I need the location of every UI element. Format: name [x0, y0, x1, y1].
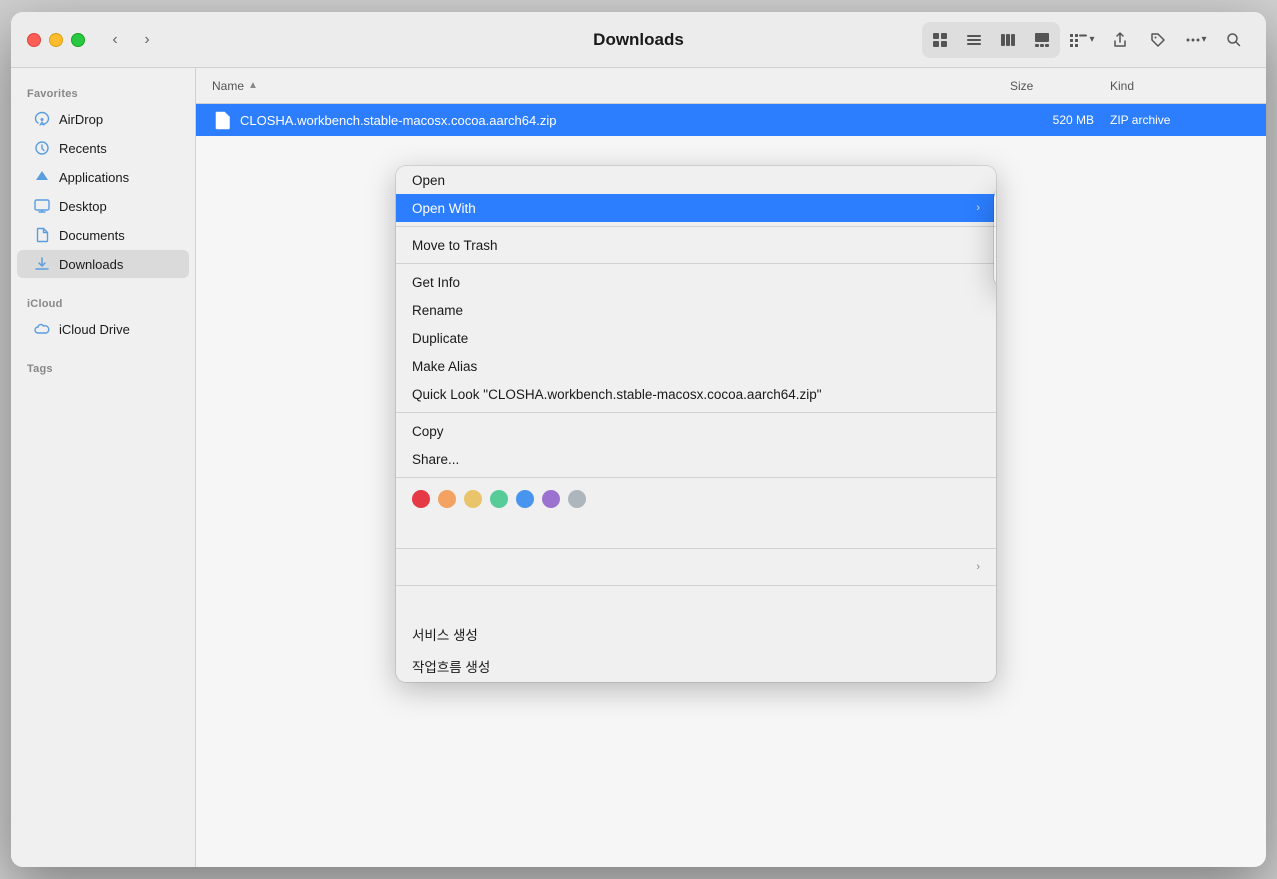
tag-orange[interactable] — [438, 490, 456, 508]
tag-gray[interactable] — [568, 490, 586, 508]
sidebar-item-desktop[interactable]: Desktop — [17, 192, 189, 220]
menu-item-tags[interactable] — [396, 516, 996, 544]
menu-item-rename[interactable]: Rename — [396, 296, 996, 324]
submenu-item-archive-utility[interactable]: Archive Utility (default) — [994, 188, 996, 222]
menu-item-make-alias[interactable]: Make Alias — [396, 352, 996, 380]
menu-separator — [396, 585, 996, 586]
search-button[interactable] — [1218, 24, 1250, 56]
menu-separator — [396, 477, 996, 478]
tag-green[interactable] — [490, 490, 508, 508]
desktop-icon — [33, 197, 51, 215]
titlebar: ‹ › Downloads — [11, 12, 1266, 68]
sidebar-item-downloads[interactable]: Downloads — [17, 250, 189, 278]
main-area: Name ▲ Size Kind — [196, 68, 1266, 867]
tag-red[interactable] — [412, 490, 430, 508]
sidebar-item-applications[interactable]: Applications — [17, 163, 189, 191]
sidebar-item-label: Documents — [59, 228, 125, 243]
gallery-view-button[interactable] — [1026, 24, 1058, 56]
tag-blue[interactable] — [516, 490, 534, 508]
menu-separator — [396, 226, 996, 227]
downloads-icon — [33, 255, 51, 273]
tags-color-row — [396, 482, 996, 516]
favorites-label: Favorites — [11, 80, 195, 104]
menu-item-get-info[interactable]: Get Info — [396, 268, 996, 296]
sidebar-item-label: Downloads — [59, 257, 123, 272]
view-buttons — [922, 22, 1060, 58]
recents-icon — [33, 139, 51, 157]
chevron-right-icon: › — [976, 202, 980, 214]
list-view-button[interactable] — [958, 24, 990, 56]
sidebar-item-documents[interactable]: Documents — [17, 221, 189, 249]
submenu-separator — [994, 226, 996, 227]
minimize-button[interactable] — [49, 33, 63, 47]
sidebar: Favorites AirDrop — [11, 68, 196, 867]
menu-separator — [396, 412, 996, 413]
menu-separator — [396, 263, 996, 264]
sidebar-item-label: Desktop — [59, 199, 107, 214]
nav-buttons: ‹ › — [101, 26, 161, 54]
airdrop-icon — [33, 110, 51, 128]
sidebar-item-icloud-drive[interactable]: iCloud Drive — [17, 315, 189, 343]
applications-icon — [33, 168, 51, 186]
tags-label: Tags — [11, 355, 195, 379]
finder-window: ‹ › Downloads — [11, 12, 1266, 867]
close-button[interactable] — [27, 33, 41, 47]
sidebar-item-label: Recents — [59, 141, 107, 156]
documents-icon — [33, 226, 51, 244]
traffic-lights — [27, 33, 85, 47]
open-with-submenu: Archive Utility (default) App Store... O… — [994, 188, 996, 287]
menu-item-open[interactable]: Open — [396, 166, 996, 194]
menu-separator — [396, 548, 996, 549]
menu-item-service3[interactable]: 작업흐름 생성 — [396, 650, 996, 682]
column-view-button[interactable] — [992, 24, 1024, 56]
icloud-label: iCloud — [11, 290, 195, 314]
tag-purple[interactable] — [542, 490, 560, 508]
menu-item-quick-look[interactable]: Quick Look "CLOSHA.workbench.stable-maco… — [396, 380, 996, 408]
sidebar-item-recents[interactable]: Recents — [17, 134, 189, 162]
group-button[interactable]: ▾ — [1066, 24, 1098, 56]
share-button[interactable] — [1104, 24, 1136, 56]
window-title: Downloads — [593, 30, 684, 50]
tag-button[interactable] — [1142, 24, 1174, 56]
context-menu: Open Open With › Move to Trash Get Info — [396, 166, 996, 682]
menu-item-service2[interactable]: 서비스 생성 — [396, 618, 996, 650]
chevron-right-icon: › — [976, 561, 980, 573]
tag-yellow[interactable] — [464, 490, 482, 508]
content-area: Favorites AirDrop — [11, 68, 1266, 867]
menu-item-duplicate[interactable]: Duplicate — [396, 324, 996, 352]
menu-item-service1[interactable] — [396, 590, 996, 618]
more-button[interactable]: ▾ — [1180, 24, 1212, 56]
toolbar-right: ▾ ▾ — [922, 22, 1250, 58]
sidebar-item-airdrop[interactable]: AirDrop — [17, 105, 189, 133]
menu-item-open-with[interactable]: Open With › — [396, 194, 996, 222]
back-button[interactable]: ‹ — [101, 26, 129, 54]
menu-item-share[interactable]: Share... — [396, 445, 996, 473]
menu-item-move-trash[interactable]: Move to Trash — [396, 231, 996, 259]
context-menu-overlay: Open Open With › Move to Trash Get Info — [196, 68, 1266, 867]
submenu-item-app-store[interactable]: App Store... — [994, 231, 996, 259]
icon-view-button[interactable] — [924, 24, 956, 56]
sidebar-item-label: Applications — [59, 170, 129, 185]
forward-button[interactable]: › — [133, 26, 161, 54]
menu-item-copy[interactable]: Copy — [396, 417, 996, 445]
sidebar-item-label: iCloud Drive — [59, 322, 130, 337]
maximize-button[interactable] — [71, 33, 85, 47]
icloud-drive-icon — [33, 320, 51, 338]
menu-item-quick-actions[interactable]: › — [396, 553, 996, 581]
sidebar-item-label: AirDrop — [59, 112, 103, 127]
